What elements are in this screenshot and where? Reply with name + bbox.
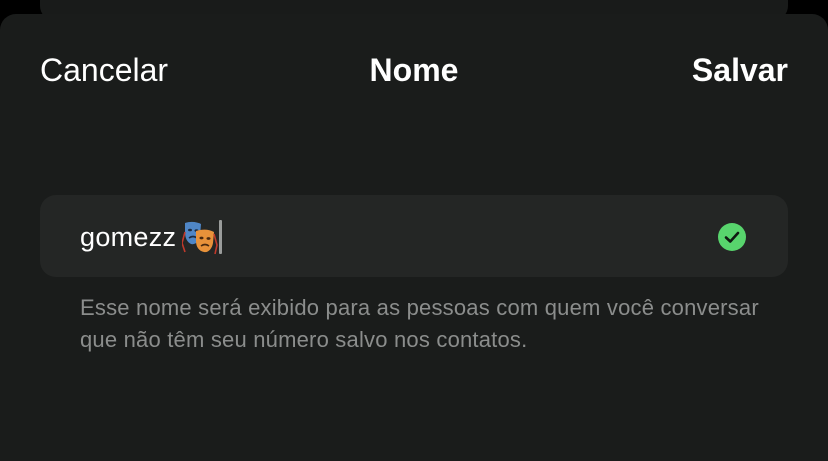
save-button[interactable]: Salvar [692, 50, 788, 90]
name-field[interactable]: gomezz [40, 195, 788, 277]
navigation-bar: Cancelar Nome Salvar [0, 14, 828, 126]
edit-name-sheet: Cancelar Nome Salvar gomezz Esse nome se… [0, 14, 828, 461]
screen: Cancelar Nome Salvar gomezz Esse nome se… [0, 0, 828, 461]
name-input-value: gomezz [80, 221, 177, 252]
performing-arts-emoji-icon [181, 219, 219, 255]
check-circle-icon [718, 223, 746, 251]
helper-text: Esse nome será exibido para as pessoas c… [80, 295, 759, 352]
text-cursor [219, 220, 223, 254]
name-input[interactable]: gomezz [80, 217, 223, 257]
